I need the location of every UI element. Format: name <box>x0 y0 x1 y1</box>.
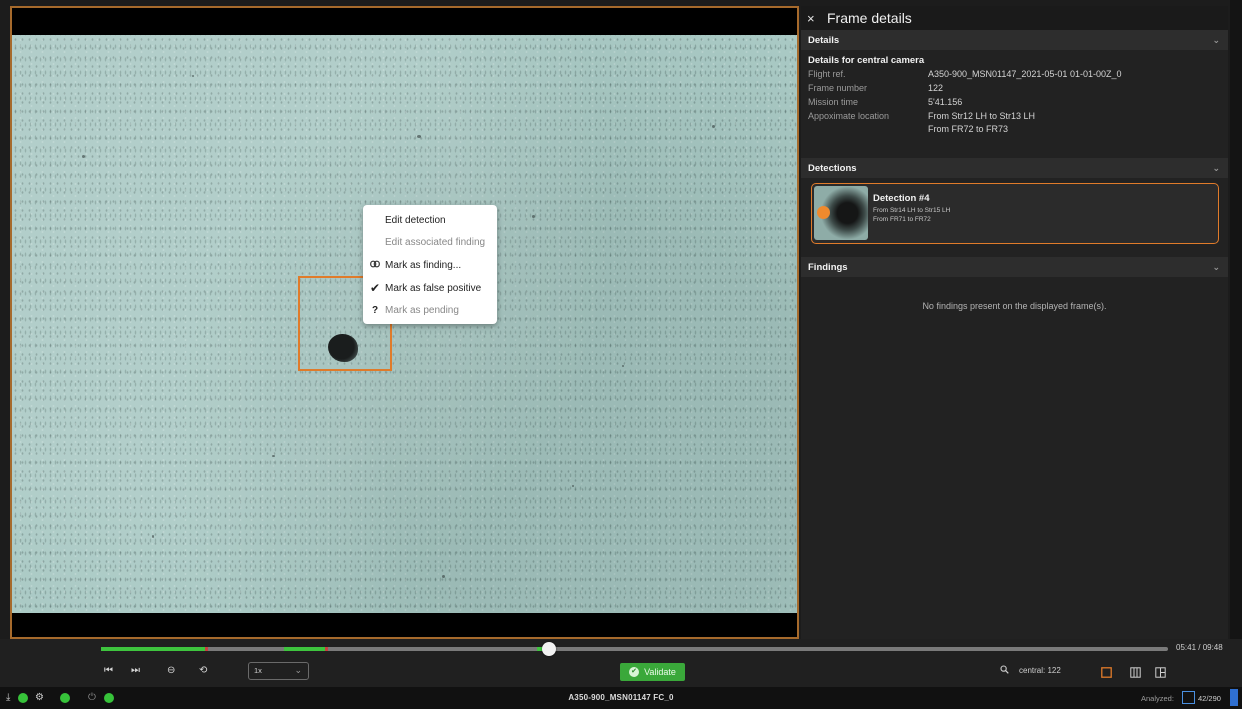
sync-icon[interactable]: ⟲ <box>199 665 207 676</box>
detail-row-flight-ref: Flight ref. A350-900_MSN01147_2021-05-01… <box>808 68 1221 82</box>
menu-item-mark-as-finding[interactable]: Mark as finding... <box>363 254 497 277</box>
chevron-down-icon: ⌄ <box>294 665 302 675</box>
menu-item-label: Mark as finding... <box>385 259 462 271</box>
mission-title: A350-900_MSN01147 FC_0 <box>568 693 674 702</box>
grid-view-icon[interactable] <box>1155 665 1166 678</box>
menu-item-edit-detection[interactable]: Edit detection <box>363 209 497 232</box>
analyzed-segment <box>284 647 327 651</box>
chevron-down-icon: ⌄ <box>1212 34 1220 45</box>
detail-key: Frame number <box>808 83 868 93</box>
progress-track[interactable] <box>101 647 1168 651</box>
validate-label: Validate <box>644 667 676 677</box>
single-view-icon[interactable] <box>1101 665 1112 678</box>
skip-to-start-icon[interactable]: ⏮ <box>104 665 113 676</box>
playback-speed-value: 1x <box>254 666 262 675</box>
validate-button[interactable]: ✔ Validate <box>620 663 685 681</box>
context-menu: Edit detection Edit associated finding M… <box>363 205 497 324</box>
step-forward-icon[interactable]: ⏭ <box>131 665 140 676</box>
panel-header: × Frame details <box>801 6 1228 30</box>
section-detections-header[interactable]: Detections ⌄ <box>801 158 1228 178</box>
link-icon <box>369 260 381 271</box>
detail-value: A350-900_MSN01147_2021-05-01 01-01-00Z_0 <box>928 69 1122 79</box>
detection-status-dot <box>817 206 830 219</box>
analyzed-segment <box>101 647 205 651</box>
menu-item-edit-associated-finding[interactable]: Edit associated finding <box>363 232 497 255</box>
detail-key: Flight ref. <box>808 69 846 79</box>
chevron-down-icon: ⌄ <box>1212 162 1220 173</box>
playback-speed-select[interactable]: 1x ⌄ <box>248 662 309 680</box>
detail-value-secondary: From FR72 to FR73 <box>928 124 1009 134</box>
detail-value: From Str12 LH to Str13 LH <box>928 111 1036 121</box>
question-icon: ? <box>371 305 379 317</box>
detection-card[interactable]: Detection #4 From Str14 LH to Str15 LH F… <box>811 183 1219 244</box>
analyzed-label: Analyzed: <box>1141 694 1174 703</box>
details-subtitle: Details for central camera <box>808 55 925 66</box>
selection-indicator <box>1230 689 1238 706</box>
flagged-marker <box>205 647 208 651</box>
timeline-bar: 05:41 / 09:48 ⏮ ⏭ ⊖ ⟲ 1x ⌄ ✔ Validate ce… <box>0 639 1242 687</box>
menu-item-label: Mark as pending <box>385 305 459 317</box>
detail-key: Mission time <box>808 97 859 107</box>
check-circle-icon: ✔ <box>629 667 640 677</box>
detail-value: 5'41.156 <box>928 97 963 107</box>
frame-image[interactable]: Edit detection Edit associated finding M… <box>12 35 797 613</box>
detection-title: Detection #4 <box>873 193 930 204</box>
search-icon[interactable] <box>1000 665 1009 676</box>
section-findings-header[interactable]: Findings ⌄ <box>801 257 1228 277</box>
close-icon[interactable]: × <box>807 11 821 26</box>
time-readout: 05:41 / 09:48 <box>1176 643 1223 652</box>
playhead-handle[interactable] <box>542 642 557 656</box>
panel-title: Frame details <box>827 10 912 26</box>
detail-key: Appoximate location <box>808 111 890 121</box>
section-label: Detections <box>808 162 857 174</box>
detail-row-frame-number: Frame number 122 <box>808 82 1221 96</box>
detail-row-mission-time: Mission time 5'41.156 <box>808 96 1221 110</box>
section-details-header[interactable]: Details ⌄ <box>801 30 1228 50</box>
section-label: Details <box>808 34 840 46</box>
check-icon: ✔ <box>369 281 381 296</box>
section-label: Findings <box>808 261 848 273</box>
no-findings-message: No findings present on the displayed fra… <box>922 301 1107 311</box>
flagged-marker <box>325 647 328 651</box>
detail-value: 122 <box>928 83 944 93</box>
menu-item-mark-as-pending[interactable]: ? Mark as pending <box>363 299 497 322</box>
detection-location-stringer: From Str14 LH to Str15 LH <box>873 207 951 214</box>
detection-location-frame: From FR71 to FR72 <box>873 216 931 223</box>
frame-details-panel: × Frame details Details ⌄ Details for ce… <box>801 6 1228 639</box>
menu-item-label: Edit associated finding <box>385 237 486 249</box>
chevron-down-icon: ⌄ <box>1212 261 1220 272</box>
analyzed-count: 42/290 <box>1198 694 1221 703</box>
details-body: Details for central camera Flight ref. A… <box>801 50 1228 136</box>
frame-viewer[interactable]: Edit detection Edit associated finding M… <box>10 6 799 639</box>
detail-row-location: Appoximate location From Str12 LH to Str… <box>808 110 1221 136</box>
split-view-icon[interactable] <box>1130 665 1141 678</box>
menu-item-mark-as-false-positive[interactable]: ✔ Mark as false positive <box>363 277 497 300</box>
right-edge-strip <box>1230 0 1242 688</box>
menu-item-label: Mark as false positive <box>385 282 482 294</box>
status-bar: ⤓ ⚙ ⏻ A350-900_MSN01147 FC_0 Analyzed: 4… <box>0 687 1242 709</box>
menu-item-label: Edit detection <box>385 214 446 226</box>
camera-frame-label: central: 122 <box>1019 666 1061 675</box>
analyzed-checkbox[interactable] <box>1182 691 1195 704</box>
detail-value-block: From Str12 LH to Str13 LH From FR72 to F… <box>928 110 1035 136</box>
minus-circle-icon[interactable]: ⊖ <box>167 665 175 676</box>
